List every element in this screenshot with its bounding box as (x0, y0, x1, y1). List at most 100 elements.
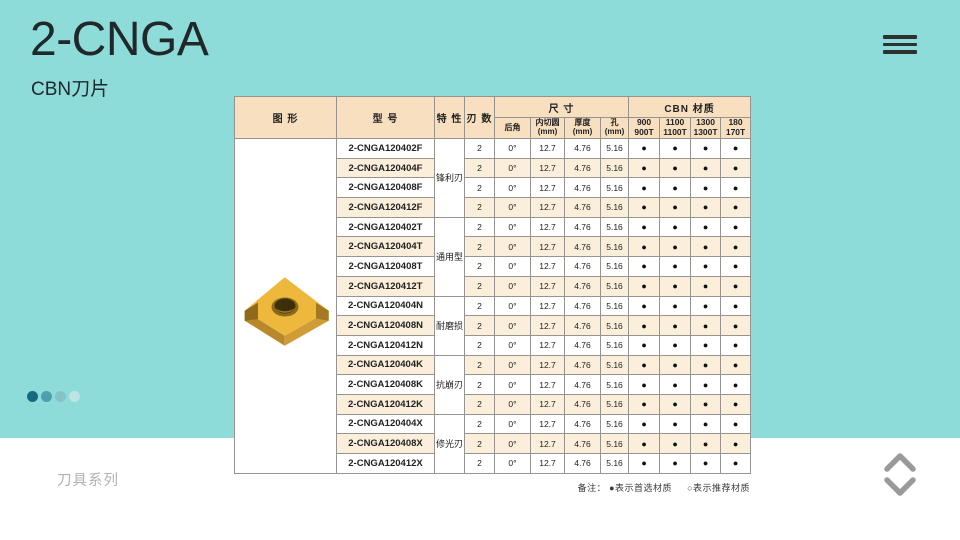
material-dot-cell: ● (721, 296, 751, 316)
material-dot-cell: ● (660, 316, 691, 336)
hole-cell: 5.16 (601, 257, 629, 277)
header-row-groups: 图 形 型 号 特 性 刃 数 尺 寸 CBN 材质 (235, 97, 751, 118)
table-note: 备注： ●表示首选材质 ○表示推荐材质 (234, 481, 750, 494)
inscribed-circle-cell: 12.7 (531, 316, 565, 336)
edges-cell: 2 (465, 394, 495, 414)
material-dot-cell: ● (629, 296, 660, 316)
material-header-1100: 1100 1100T (660, 118, 691, 139)
thickness-cell: 4.76 (565, 257, 601, 277)
material-dot-cell: ● (721, 414, 751, 434)
inscribed-circle-cell: 12.7 (531, 217, 565, 237)
material-dot-cell: ● (660, 178, 691, 198)
edges-cell: 2 (465, 355, 495, 375)
model-cell: 2-CNGA120412T (337, 276, 435, 296)
relief-angle-cell: 0° (495, 414, 531, 434)
model-cell: 2-CNGA120404F (337, 158, 435, 178)
material-dot-cell: ● (691, 414, 721, 434)
relief-angle-cell: 0° (495, 158, 531, 178)
relief-angle-cell: 0° (495, 139, 531, 159)
inscribed-circle-cell: 12.7 (531, 414, 565, 434)
model-cell: 2-CNGA120408F (337, 178, 435, 198)
edges-cell: 2 (465, 316, 495, 336)
table-header: 图 形 型 号 特 性 刃 数 尺 寸 CBN 材质 后角 内切圆 (mm) 厚… (235, 97, 751, 139)
material-dot-cell: ● (660, 257, 691, 277)
material-dot-cell: ● (691, 375, 721, 395)
col-header-figure: 图 形 (235, 97, 337, 139)
inscribed-circle-cell: 12.7 (531, 394, 565, 414)
material-dot-cell: ● (721, 139, 751, 159)
model-cell: 2-CNGA120412F (337, 198, 435, 218)
next-page-button[interactable] (880, 476, 920, 497)
model-cell: 2-CNGA120408N (337, 316, 435, 336)
relief-angle-cell: 0° (495, 198, 531, 218)
material-dot-cell: ● (660, 198, 691, 218)
edges-cell: 2 (465, 276, 495, 296)
material-dot-cell: ● (629, 335, 660, 355)
material-dot-cell: ● (629, 237, 660, 257)
inscribed-circle-cell: 12.7 (531, 434, 565, 454)
pagination-dot[interactable] (69, 391, 80, 402)
material-header-180: 180 170T (721, 118, 751, 139)
relief-angle-cell: 0° (495, 335, 531, 355)
table-row: 2-CNGA120402F锋利刃20°12.74.765.16●●●● (235, 139, 751, 159)
model-cell: 2-CNGA120408T (337, 257, 435, 277)
material-dot-cell: ● (691, 257, 721, 277)
note-preferred: ●表示首选材质 (609, 483, 672, 493)
edges-cell: 2 (465, 198, 495, 218)
feature-cell: 抗崩刃 (435, 355, 465, 414)
material-dot-cell: ● (721, 178, 751, 198)
relief-angle-cell: 0° (495, 434, 531, 454)
hole-cell: 5.16 (601, 198, 629, 218)
material-dot-cell: ● (629, 414, 660, 434)
material-dot-cell: ● (721, 355, 751, 375)
material-dot-cell: ● (660, 375, 691, 395)
edges-cell: 2 (465, 335, 495, 355)
thickness-cell: 4.76 (565, 276, 601, 296)
model-cell: 2-CNGA120408K (337, 375, 435, 395)
material-dot-cell: ● (691, 355, 721, 375)
thickness-cell: 4.76 (565, 394, 601, 414)
inscribed-circle-cell: 12.7 (531, 355, 565, 375)
spec-table: 图 形 型 号 特 性 刃 数 尺 寸 CBN 材质 后角 内切圆 (mm) 厚… (234, 96, 751, 474)
material-dot-cell: ● (721, 335, 751, 355)
hole-cell: 5.16 (601, 217, 629, 237)
col-header-size: 尺 寸 (495, 97, 629, 118)
pagination-dot[interactable] (27, 391, 38, 402)
thickness-cell: 4.76 (565, 296, 601, 316)
material-dot-cell: ● (721, 217, 751, 237)
inscribed-circle-cell: 12.7 (531, 335, 565, 355)
relief-angle-cell: 0° (495, 355, 531, 375)
material-dot-cell: ● (721, 394, 751, 414)
material-dot-cell: ● (660, 454, 691, 474)
material-dot-cell: ● (629, 198, 660, 218)
relief-angle-cell: 0° (495, 178, 531, 198)
prev-page-button[interactable] (880, 452, 920, 473)
chevron-up-icon (880, 452, 920, 473)
thickness-cell: 4.76 (565, 434, 601, 454)
chevron-down-icon (880, 476, 920, 497)
edges-cell: 2 (465, 158, 495, 178)
figure-cell (235, 139, 337, 474)
thickness-cell: 4.76 (565, 335, 601, 355)
relief-angle-cell: 0° (495, 276, 531, 296)
material-dot-cell: ● (660, 335, 691, 355)
material-dot-cell: ● (691, 316, 721, 336)
material-dot-cell: ● (721, 454, 751, 474)
material-dot-cell: ● (660, 139, 691, 159)
pagination-dot[interactable] (55, 391, 66, 402)
material-dot-cell: ● (691, 434, 721, 454)
series-label: 刀具系列 (57, 469, 119, 490)
material-dot-cell: ● (721, 316, 751, 336)
relief-angle-cell: 0° (495, 316, 531, 336)
pagination-dot[interactable] (41, 391, 52, 402)
thickness-cell: 4.76 (565, 198, 601, 218)
thickness-cell: 4.76 (565, 217, 601, 237)
menu-icon[interactable] (883, 35, 917, 58)
edges-cell: 2 (465, 296, 495, 316)
edges-cell: 2 (465, 139, 495, 159)
material-header-1300: 1300 1300T (691, 118, 721, 139)
inscribed-circle-cell: 12.7 (531, 158, 565, 178)
inscribed-circle-cell: 12.7 (531, 198, 565, 218)
material-dot-cell: ● (721, 375, 751, 395)
hole-cell: 5.16 (601, 375, 629, 395)
